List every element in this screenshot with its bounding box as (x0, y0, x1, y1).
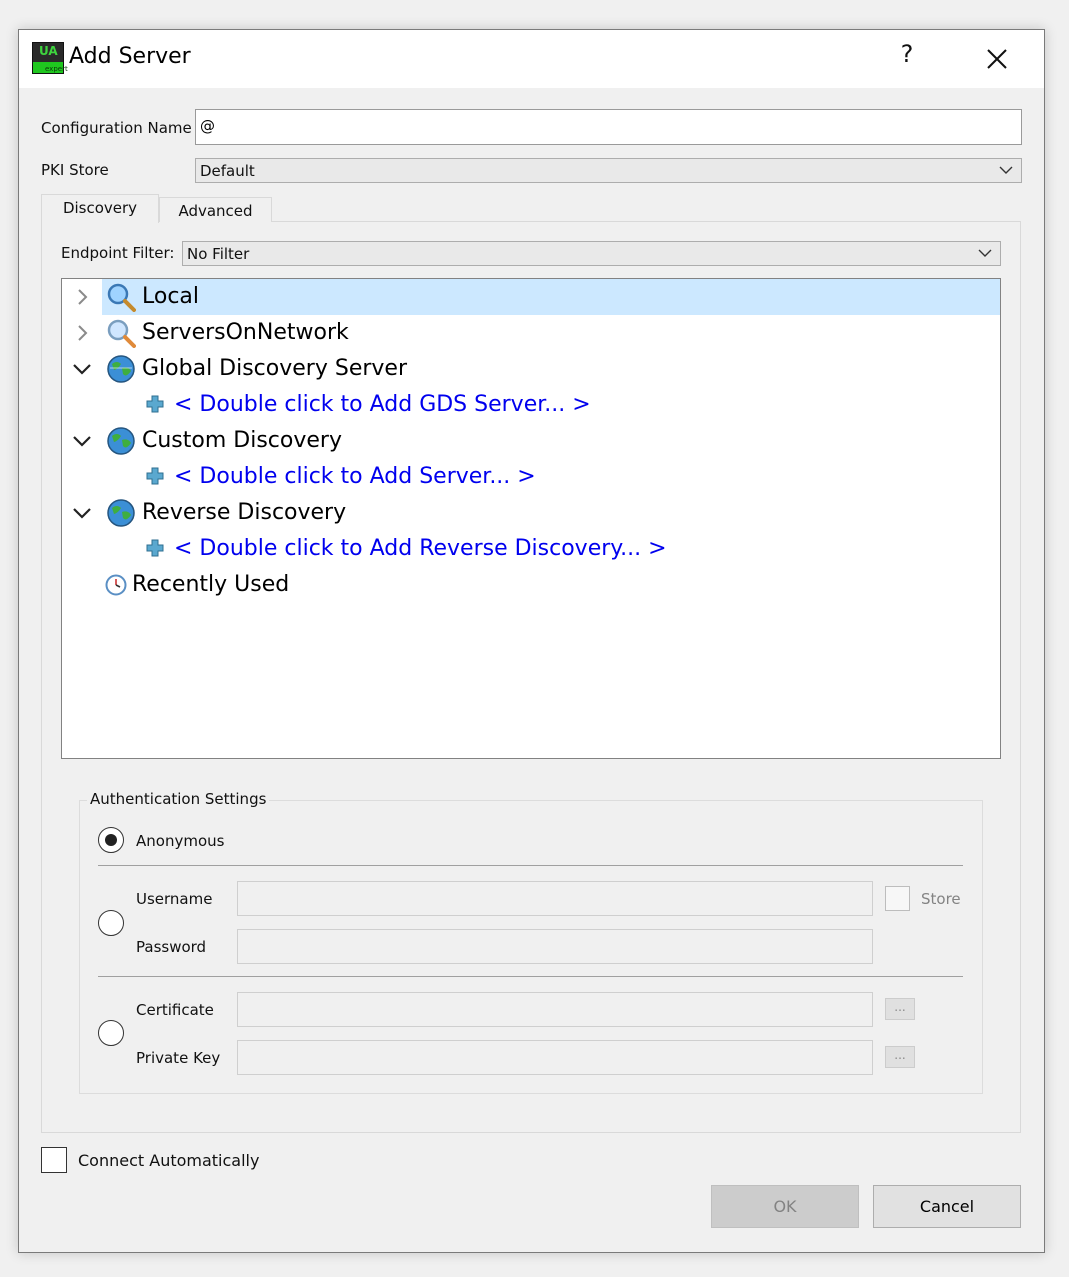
password-label: Password (136, 938, 207, 956)
clock-icon (105, 574, 127, 596)
chevron-down-icon (999, 166, 1013, 174)
tree-item-local[interactable]: Local (102, 279, 1000, 315)
username-password-radio[interactable] (98, 910, 124, 936)
endpoint-filter-select[interactable]: No Filter (182, 241, 1001, 266)
magnifier-icon (107, 319, 136, 348)
discovery-tree[interactable]: Local ServersOnNetwork Global Discovery … (61, 278, 1001, 759)
globe-icon (107, 499, 135, 527)
pki-store-label: PKI Store (41, 161, 109, 179)
private-key-input[interactable] (237, 1040, 873, 1075)
tree-item-add-reverse-discovery[interactable]: < Double click to Add Reverse Discovery.… (144, 531, 1000, 567)
tree-item-reverse-discovery[interactable]: Reverse Discovery (102, 495, 1000, 531)
uaexpert-app-icon: UA expert (32, 42, 68, 74)
close-icon (987, 49, 1007, 69)
tree-item-label: < Double click to Add Reverse Discovery.… (174, 536, 667, 561)
tree-item-add-gds-server[interactable]: < Double click to Add GDS Server... > (144, 387, 1000, 423)
endpoint-filter-value: No Filter (187, 245, 250, 263)
help-button[interactable]: ? (895, 40, 919, 76)
tree-item-label: ServersOnNetwork (142, 320, 349, 345)
pki-store-select[interactable]: Default (195, 158, 1022, 183)
plus-icon (146, 467, 164, 485)
config-name-input[interactable]: @ (195, 109, 1022, 145)
endpoint-filter-label: Endpoint Filter: (61, 244, 175, 262)
title-bar: UA expert Add Server ? (19, 30, 1044, 88)
tree-item-recently-used[interactable]: Recently Used (102, 567, 1000, 603)
private-key-browse-button[interactable]: ... (885, 1046, 915, 1068)
plus-icon (146, 395, 164, 413)
store-checkbox[interactable] (885, 886, 910, 911)
pki-store-value: Default (200, 162, 255, 180)
username-label: Username (136, 890, 213, 908)
tree-item-add-server[interactable]: < Double click to Add Server... > (144, 459, 1000, 495)
tree-item-label: Global Discovery Server (142, 356, 407, 381)
anonymous-radio[interactable] (98, 827, 124, 853)
chevron-right-icon[interactable] (74, 288, 92, 306)
config-name-label: Configuration Name (41, 119, 192, 137)
tab-advanced[interactable]: Advanced (159, 197, 272, 222)
chevron-down-icon[interactable] (73, 360, 91, 378)
authentication-settings-title: Authentication Settings (87, 790, 270, 808)
tree-item-servers-on-network[interactable]: ServersOnNetwork (102, 315, 1000, 351)
chevron-right-icon[interactable] (74, 324, 92, 342)
chevron-down-icon (978, 249, 992, 257)
tree-item-custom-discovery[interactable]: Custom Discovery (102, 423, 1000, 459)
tree-item-label: Local (142, 284, 200, 309)
divider (98, 976, 963, 977)
tree-item-label: Reverse Discovery (142, 500, 347, 525)
magnifier-icon (107, 283, 136, 312)
divider (98, 865, 963, 866)
chevron-down-icon[interactable] (73, 504, 91, 522)
cancel-button[interactable]: Cancel (873, 1185, 1021, 1228)
tab-discovery[interactable]: Discovery (41, 194, 159, 223)
add-server-dialog: UA expert Add Server ? Configuration Nam… (18, 29, 1045, 1253)
globe-icon (107, 355, 135, 383)
certificate-input[interactable] (237, 992, 873, 1027)
tree-item-label: Recently Used (132, 572, 290, 597)
connect-automatically-label: Connect Automatically (78, 1151, 260, 1170)
ok-button[interactable]: OK (711, 1185, 859, 1228)
username-input[interactable] (237, 881, 873, 916)
anonymous-label: Anonymous (136, 832, 225, 850)
close-button[interactable] (979, 38, 1015, 78)
certificate-browse-button[interactable]: ... (885, 998, 915, 1020)
password-input[interactable] (237, 929, 873, 964)
tree-item-gds[interactable]: Global Discovery Server (102, 351, 1000, 387)
connect-automatically-checkbox[interactable] (41, 1147, 67, 1173)
tree-item-label: < Double click to Add GDS Server... > (174, 392, 591, 417)
store-label: Store (921, 890, 961, 908)
dialog-title: Add Server (69, 44, 191, 69)
certificate-label: Certificate (136, 1001, 214, 1019)
chevron-down-icon[interactable] (73, 432, 91, 450)
tree-item-label: Custom Discovery (142, 428, 342, 453)
tree-item-label: < Double click to Add Server... > (174, 464, 536, 489)
plus-icon (146, 539, 164, 557)
globe-icon (107, 427, 135, 455)
private-key-label: Private Key (136, 1049, 221, 1067)
certificate-radio[interactable] (98, 1020, 124, 1046)
